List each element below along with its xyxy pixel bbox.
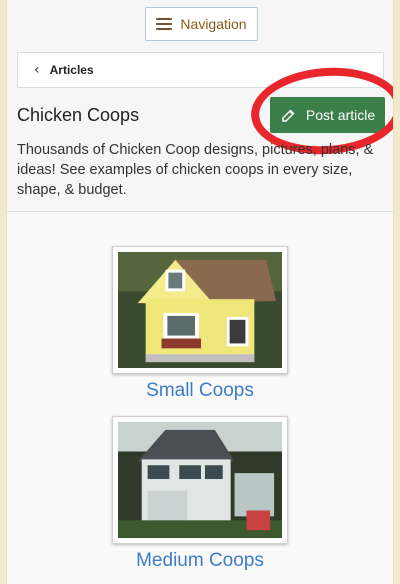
medium-coop-image[interactable] (112, 416, 288, 544)
medium-coops-link[interactable]: Medium Coops (136, 550, 264, 572)
coop-gallery: Small Coops Medium Coops (7, 212, 393, 584)
coop-card-small[interactable]: Small Coops (109, 246, 291, 402)
small-coops-link[interactable]: Small Coops (146, 380, 254, 402)
page-title: Chicken Coops (17, 105, 140, 125)
breadcrumb-label: Articles (49, 63, 94, 77)
coop-card-medium[interactable]: Medium Coops (109, 416, 291, 572)
chevron-left-icon: ‹ (34, 62, 40, 78)
page: Navigation ‹ Articles Chicken Coops Post… (6, 0, 394, 584)
navigation-button[interactable]: Navigation (145, 7, 258, 41)
small-coop-image[interactable] (112, 246, 288, 374)
navigation-label: Navigation (180, 16, 247, 32)
page-description: Thousands of Chicken Coop designs, pictu… (17, 142, 374, 198)
hamburger-icon (156, 18, 173, 30)
